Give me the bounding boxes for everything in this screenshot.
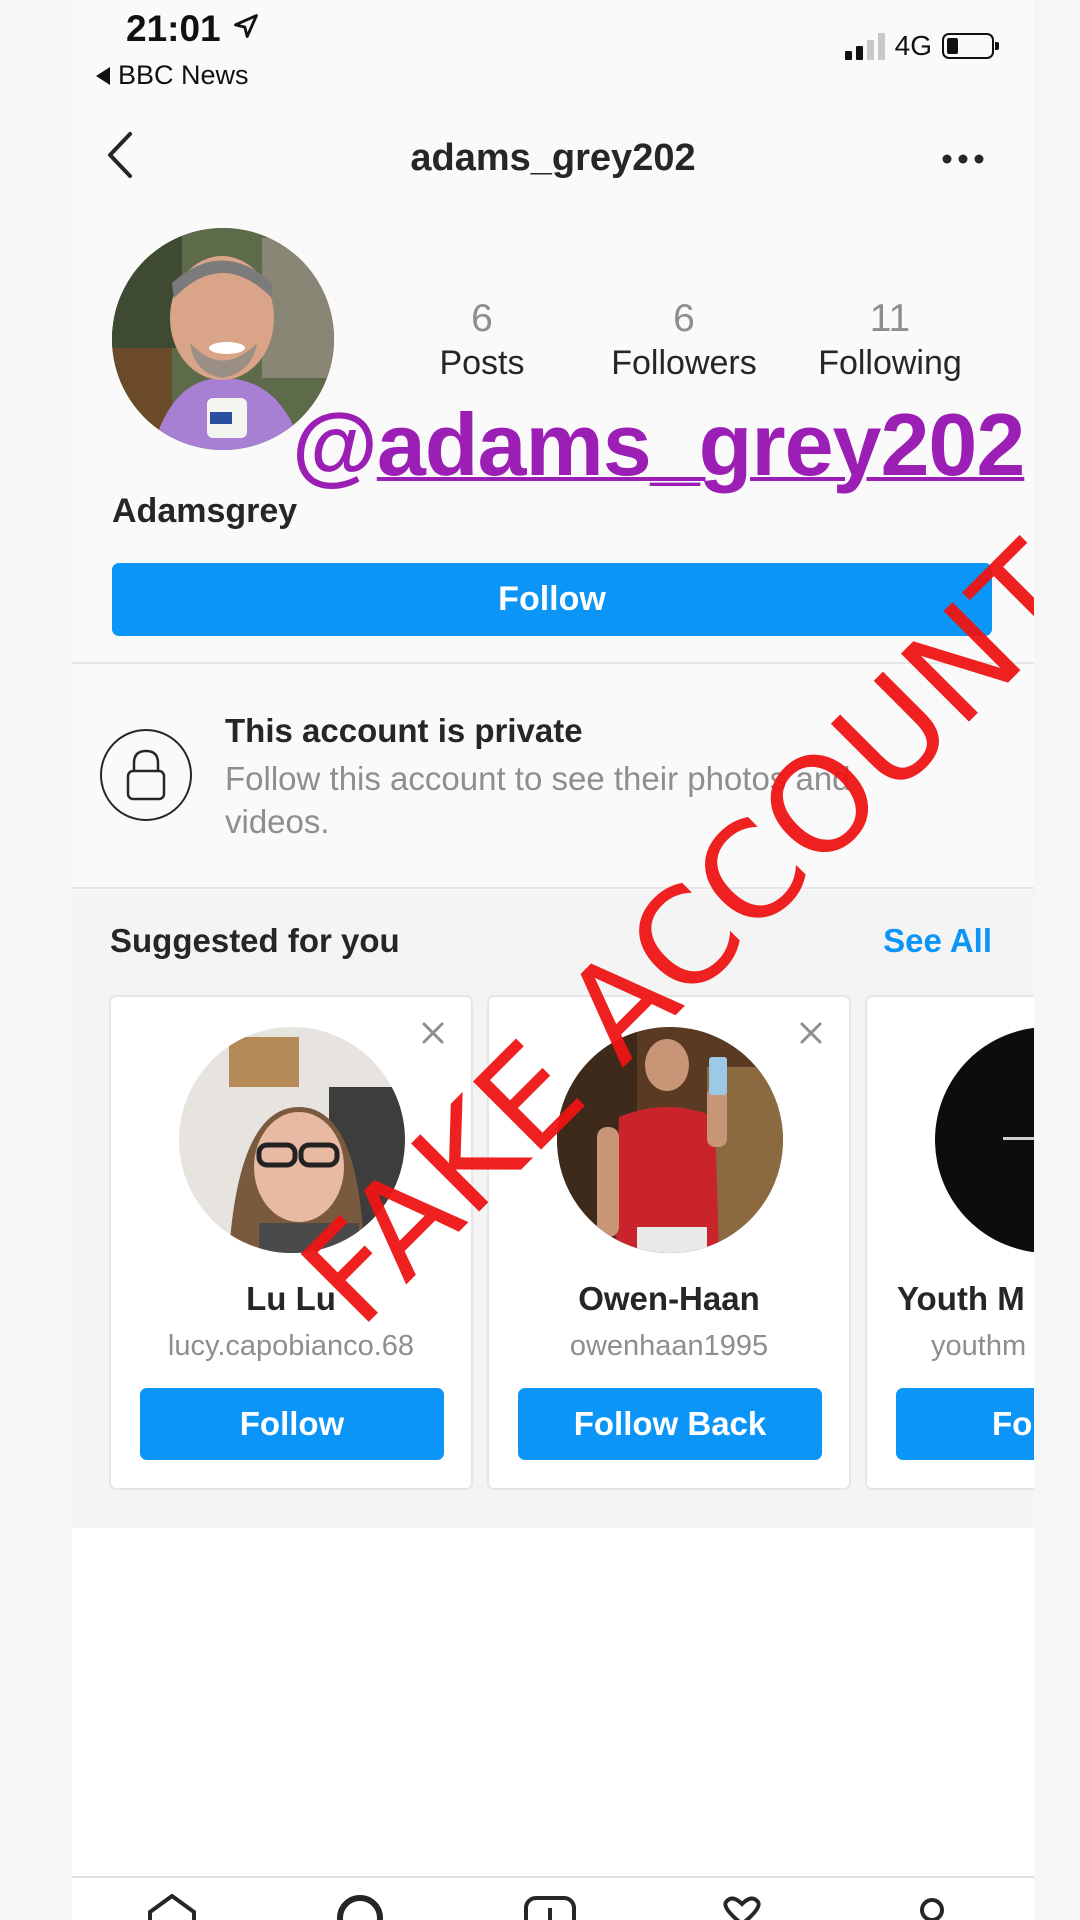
status-time: 21:01 (126, 8, 221, 49)
heart-icon[interactable] (712, 1894, 772, 1920)
profile-icon[interactable] (902, 1894, 962, 1920)
suggestion-card[interactable]: Lu Lu lucy.capobianco.68 Follow (109, 995, 473, 1490)
bottom-tab-bar (72, 1876, 1034, 1920)
search-icon[interactable] (330, 1894, 390, 1920)
suggestion-follow-back-button[interactable]: Follow Back (518, 1388, 822, 1460)
home-icon[interactable] (142, 1894, 202, 1920)
back-to-app[interactable]: BBC News (96, 60, 249, 91)
more-horizontal-icon[interactable] (942, 154, 984, 164)
close-icon[interactable] (799, 1021, 823, 1045)
handle-at-sign: @ (292, 395, 378, 494)
followers-label: Followers (611, 344, 757, 382)
handle-overlay-name: adams_grey202 (376, 395, 1025, 494)
suggestion-avatar[interactable] (557, 1027, 783, 1253)
followers-stat[interactable]: 6 Followers (584, 296, 784, 384)
suggested-title: Suggested for you (110, 922, 400, 959)
posts-label: Posts (439, 344, 525, 382)
signal-icon (844, 32, 885, 60)
private-title: This account is private (225, 712, 583, 749)
suggestion-follow-button[interactable]: Follow (140, 1388, 444, 1460)
following-count: 11 (869, 297, 911, 340)
back-triangle-icon (96, 66, 110, 85)
close-icon[interactable] (421, 1021, 445, 1045)
network-type: 4G (894, 30, 932, 61)
suggestion-name: Lu Lu (246, 1280, 336, 1317)
phone-screen: 21:01 BBC News 4G adams_grey202 6 Posts … (72, 0, 1034, 1920)
suggestion-username: lucy.capobianco.68 (167, 1330, 415, 1362)
left-margin (0, 0, 72, 1920)
suggestion-name: Youth M (897, 1280, 1025, 1317)
display-name: Adamsgrey (112, 492, 298, 530)
profile-username-title: adams_grey202 (410, 137, 696, 179)
see-all-link[interactable]: See All (883, 922, 992, 960)
right-margin (1034, 0, 1080, 1920)
suggestion-username: youthm (931, 1330, 1027, 1362)
suggestion-avatar[interactable] (935, 1027, 1034, 1253)
lock-icon (100, 729, 192, 821)
suggestion-name: Owen-Haan (578, 1280, 760, 1317)
suggestion-card[interactable]: Youth M youthm Fo (865, 995, 1034, 1490)
location-arrow-icon (234, 14, 258, 38)
divider (72, 662, 1034, 664)
status-indicators: 4G (844, 30, 999, 62)
followers-count: 6 (673, 297, 695, 340)
empty-content-area (72, 1528, 1034, 1876)
add-post-icon[interactable] (520, 1894, 580, 1920)
handle-overlay-text: @adams_grey202 (292, 395, 1025, 495)
suggestion-avatar[interactable] (179, 1027, 405, 1253)
suggestion-follow-button[interactable]: Fo (896, 1388, 1034, 1460)
following-stat[interactable]: 11 Following (790, 296, 990, 384)
suggestion-card[interactable]: Owen-Haan owenhaan1995 Follow Back (487, 995, 851, 1490)
posts-count: 6 (471, 297, 493, 340)
battery-icon (942, 33, 999, 59)
posts-stat: 6 Posts (382, 296, 582, 384)
divider (72, 887, 1034, 889)
suggestion-username: owenhaan1995 (569, 1330, 769, 1362)
following-label: Following (818, 344, 962, 382)
back-app-label: BBC News (118, 60, 249, 90)
private-subtitle: Follow this account to see their photos … (225, 760, 851, 840)
follow-button[interactable]: Follow (112, 563, 992, 636)
